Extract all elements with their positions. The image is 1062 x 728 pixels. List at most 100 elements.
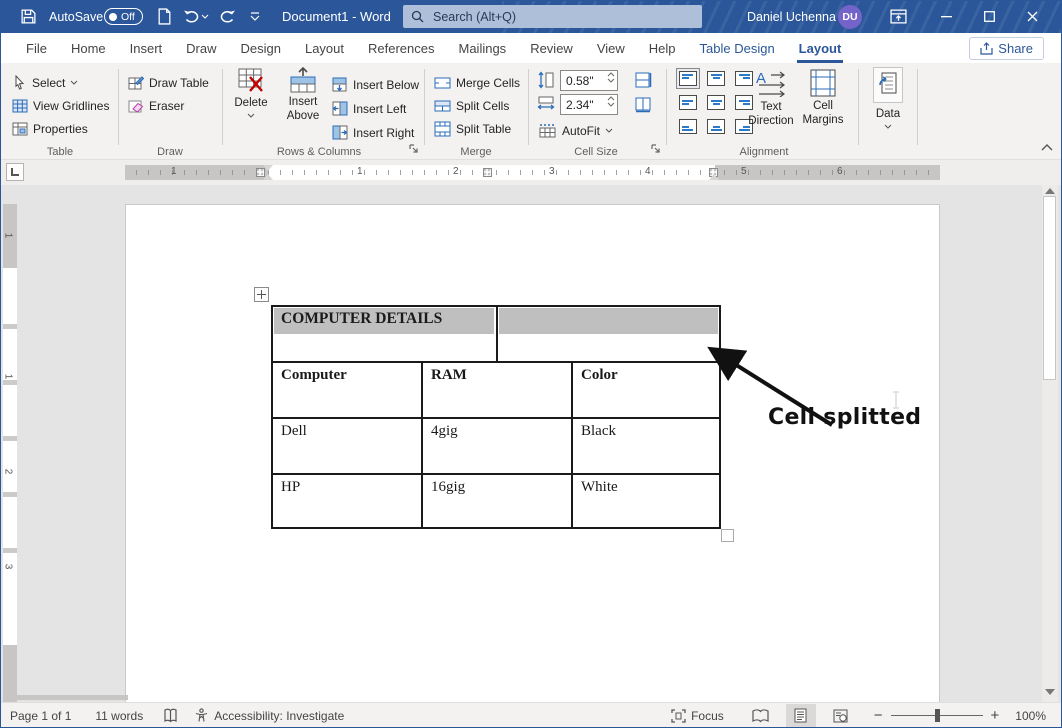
view-gridlines-button[interactable]: View Gridlines (12, 95, 109, 116)
vertical-scrollbar-thumb[interactable] (1043, 196, 1056, 380)
row-height-input[interactable]: 0.58" (560, 70, 618, 91)
user-name[interactable]: Daniel Uchenna (747, 0, 836, 33)
table-column-marker[interactable] (483, 168, 492, 177)
page-indicator[interactable]: Page 1 of 1 (10, 709, 71, 723)
tab-draw[interactable]: Draw (174, 33, 228, 63)
cell-size-dialog-launcher-icon[interactable] (650, 143, 662, 155)
hanging-indent-marker[interactable] (263, 174, 273, 180)
tab-table-design[interactable]: Table Design (688, 33, 787, 63)
zoom-out-button[interactable]: − (874, 707, 883, 724)
new-document-icon[interactable] (157, 0, 172, 33)
insert-right-button[interactable]: Insert Right (332, 122, 414, 143)
share-button[interactable]: Share (969, 37, 1044, 60)
redo-button[interactable] (218, 0, 236, 33)
first-line-indent-marker[interactable] (263, 165, 273, 171)
zoom-in-button[interactable]: + (991, 707, 1000, 724)
minimize-button[interactable] (925, 0, 968, 33)
delete-button[interactable]: Delete (228, 67, 274, 118)
zoom-level[interactable]: 100% (1015, 709, 1046, 723)
align-bottom-center-button[interactable] (704, 116, 728, 137)
merge-cells-button[interactable]: Merge Cells (434, 72, 520, 93)
table-title-cell[interactable]: COMPUTER DETAILS (281, 310, 442, 328)
search-box[interactable] (403, 5, 702, 28)
table-header-cell[interactable]: RAM (431, 367, 467, 384)
draw-table-button[interactable]: Draw Table (128, 72, 209, 93)
tab-home[interactable]: Home (59, 33, 118, 63)
save-icon[interactable] (20, 0, 37, 33)
horizontal-scrollbar-thumb[interactable] (8, 695, 128, 700)
tab-insert[interactable]: Insert (118, 33, 175, 63)
table-move-handle[interactable] (254, 287, 269, 302)
horizontal-ruler[interactable]: 1 1 2 3 4 5 6 (125, 165, 940, 180)
zoom-slider-thumb[interactable] (935, 709, 940, 722)
eraser-button[interactable]: Eraser (128, 95, 184, 116)
tab-view[interactable]: View (585, 33, 637, 63)
proofing-errors-icon[interactable] (163, 708, 178, 724)
distribute-rows-button[interactable] (634, 71, 652, 92)
text-direction-button[interactable]: A Text Direction (742, 69, 800, 128)
align-center-left-button[interactable] (676, 92, 700, 113)
properties-button[interactable]: Properties (12, 118, 88, 139)
autosave-toggle[interactable]: Off (104, 0, 143, 33)
row-height-spinner[interactable] (607, 72, 615, 83)
print-layout-button[interactable] (786, 704, 816, 728)
zoom-slider[interactable] (891, 715, 983, 716)
tab-stop-selector[interactable] (6, 163, 24, 181)
table-cell[interactable]: HP (281, 479, 300, 496)
scroll-up-icon[interactable] (1045, 188, 1055, 194)
customize-quick-access-icon[interactable] (250, 0, 260, 33)
document-table[interactable]: COMPUTER DETAILS Computer RAM Color Dell… (271, 305, 721, 529)
table-cell[interactable]: Dell (281, 423, 307, 440)
table-cell[interactable]: White (581, 479, 618, 496)
table-cell[interactable]: Black (581, 423, 616, 440)
tab-help[interactable]: Help (637, 33, 688, 63)
table-header-cell[interactable]: Computer (281, 367, 347, 384)
table-header-cell[interactable]: Color (581, 367, 618, 384)
insert-below-button[interactable]: Insert Below (332, 74, 419, 95)
cell-margins-button[interactable]: Cell Margins (794, 69, 852, 127)
word-count[interactable]: 11 words (95, 709, 143, 723)
group-divider (666, 69, 667, 145)
undo-button[interactable] (183, 0, 209, 33)
avatar[interactable]: DU (838, 0, 862, 33)
search-input[interactable] (431, 9, 671, 25)
maximize-button[interactable] (968, 0, 1011, 33)
tab-references[interactable]: References (356, 33, 446, 63)
ribbon-display-options-icon[interactable] (890, 0, 907, 33)
insert-left-button[interactable]: Insert Left (332, 98, 406, 119)
distribute-columns-button[interactable] (634, 95, 652, 116)
column-width-spinner[interactable] (607, 96, 615, 107)
web-layout-button[interactable] (826, 704, 856, 728)
split-cells-button[interactable]: Split Cells (434, 95, 509, 116)
accessibility-status[interactable]: Accessibility: Investigate (194, 708, 344, 723)
tab-mailings[interactable]: Mailings (447, 33, 519, 63)
collapse-ribbon-icon[interactable] (1040, 143, 1054, 152)
read-mode-button[interactable] (746, 704, 776, 728)
split-table-button[interactable]: Split Table (434, 118, 511, 139)
table-cell[interactable]: 16gig (431, 479, 465, 496)
align-top-left-button[interactable] (676, 68, 700, 89)
right-indent-marker[interactable] (709, 174, 719, 180)
tab-file[interactable]: File (14, 33, 59, 63)
rows-columns-dialog-launcher-icon[interactable] (408, 143, 420, 155)
align-top-center-button[interactable] (704, 68, 728, 89)
focus-mode-button[interactable]: Focus (671, 709, 724, 723)
alignment-group-label: Alignment (674, 146, 854, 158)
align-bottom-left-button[interactable] (676, 116, 700, 137)
tab-layout[interactable]: Layout (293, 33, 356, 63)
tab-review[interactable]: Review (518, 33, 585, 63)
table-cell[interactable]: 4gig (431, 423, 458, 440)
column-width-input[interactable]: 2.34" (560, 94, 618, 115)
vertical-scrollbar[interactable] (1042, 185, 1058, 702)
tab-table-layout[interactable]: Layout (787, 33, 854, 63)
vertical-ruler[interactable]: 1 1 2 3 (3, 204, 17, 702)
select-button[interactable]: Select (12, 72, 78, 93)
table-resize-handle[interactable] (721, 529, 734, 542)
scroll-down-icon[interactable] (1045, 689, 1055, 695)
data-button[interactable]: Data (864, 67, 912, 129)
insert-above-button[interactable]: Insert Above (280, 67, 326, 123)
align-center-button[interactable] (704, 92, 728, 113)
tab-design[interactable]: Design (229, 33, 293, 63)
close-button[interactable] (1011, 0, 1054, 33)
autofit-button[interactable]: AutoFit (539, 120, 613, 141)
